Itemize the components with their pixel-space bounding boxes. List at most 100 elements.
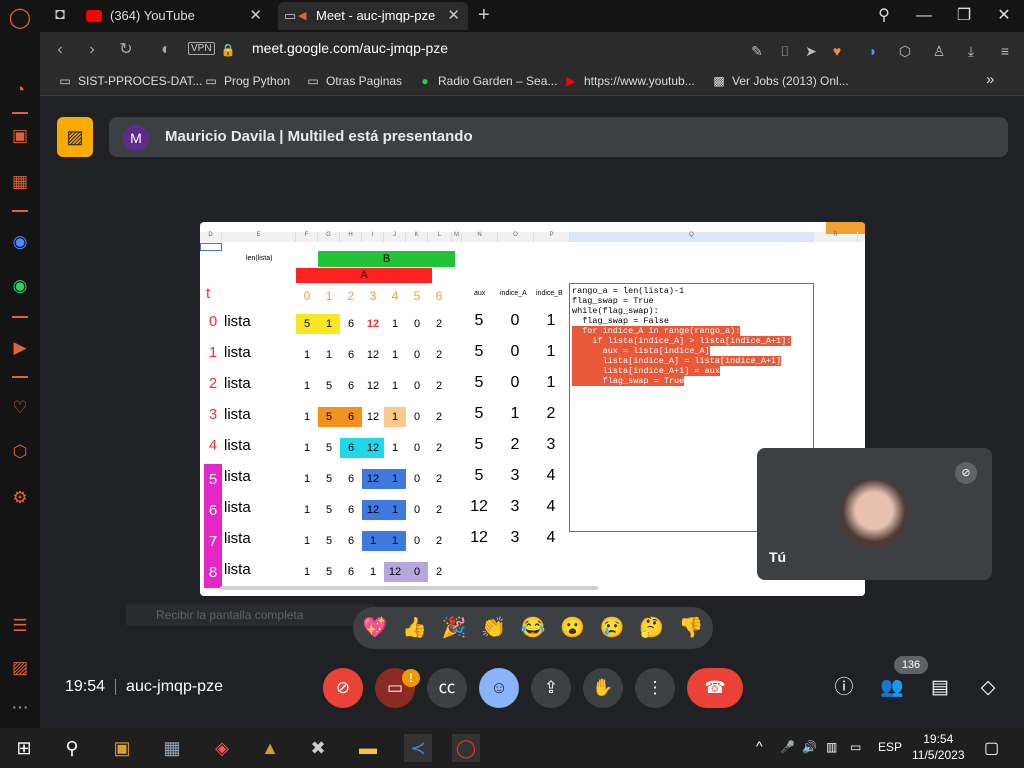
tab-youtube[interactable]: (364) YouTube ✕	[80, 2, 270, 30]
windows-start-icon[interactable]: ⊞	[10, 734, 38, 762]
reaction-emoji-button[interactable]: 👎	[675, 615, 707, 641]
heart-icon[interactable]: ♥	[826, 40, 848, 62]
close-icon[interactable]: ✕	[447, 2, 460, 30]
close-window-button[interactable]: ✕	[984, 0, 1024, 32]
player-icon[interactable]: ▶	[8, 336, 32, 360]
microphone-icon[interactable]: 🎤	[780, 740, 795, 754]
back-icon[interactable]: ‹	[48, 38, 72, 62]
lock-icon[interactable]: 🔒	[216, 38, 240, 62]
col-letter: K	[406, 232, 428, 242]
gallery-icon[interactable]: ▨	[8, 656, 32, 680]
url-field[interactable]: meet.google.com/auc-jmqp-pze	[252, 40, 448, 56]
reaction-emoji-button[interactable]: 🤔	[636, 615, 668, 641]
raise-hand-button[interactable]: ✋	[583, 668, 623, 708]
cube-icon[interactable]: ⬡	[8, 440, 32, 464]
file-explorer-icon[interactable]: ▬	[354, 734, 382, 762]
game-controller-icon[interactable]: ◘	[50, 6, 70, 26]
index-header-cell: 0	[303, 289, 311, 303]
captions-button[interactable]: ㏄	[427, 668, 467, 708]
meeting-details-icon[interactable]: ⓘ	[831, 675, 857, 701]
edit-icon[interactable]: ✎	[746, 40, 768, 62]
bookmark-folder[interactable]: ▭ SIST-PPROCES-DAT...	[58, 74, 202, 88]
app-icon[interactable]: ✖	[304, 734, 332, 762]
more-options-button[interactable]: ⋮	[635, 668, 675, 708]
reload-icon[interactable]: ↻	[114, 38, 138, 62]
audio-icon[interactable]: ◗	[862, 40, 884, 62]
bookmark-folder[interactable]: ▭ Prog Python	[204, 74, 290, 88]
forward-icon[interactable]: ›	[80, 38, 104, 62]
horizontal-scrollbar[interactable]	[220, 586, 598, 590]
volume-icon[interactable]: 🔊	[802, 740, 817, 754]
sidebar-divider	[12, 376, 28, 378]
restore-button[interactable]: ❐	[944, 0, 984, 32]
bookmark-link[interactable]: ▶ https://www.youtub...	[564, 74, 694, 88]
new-tab-button[interactable]: +	[478, 4, 490, 27]
present-button[interactable]: ⇪	[531, 668, 571, 708]
people-icon[interactable]: 👥	[879, 675, 905, 701]
game-app-icon[interactable]: ▣	[108, 734, 136, 762]
messenger-icon[interactable]: ◉	[8, 230, 32, 254]
presenting-text: Mauricio Davila | Multiled está presenta…	[165, 128, 473, 145]
reaction-emoji-button[interactable]: 😢	[596, 615, 628, 641]
settings-gear-icon[interactable]: ⚙	[8, 486, 32, 510]
app-icon[interactable]: ◈	[208, 734, 236, 762]
whatsapp-icon[interactable]: ◉	[8, 274, 32, 298]
vpn-badge[interactable]: VPN	[188, 42, 215, 55]
reactions-button[interactable]: ☺	[479, 668, 519, 708]
reaction-emoji-button[interactable]: 💖	[359, 615, 391, 641]
cube-icon[interactable]: ⬡	[894, 40, 916, 62]
speaker-icon[interactable]: ◀	[298, 2, 306, 30]
opera-logo-icon[interactable]: ◯	[8, 6, 32, 30]
search-tabs-icon[interactable]: ⚲	[864, 0, 904, 32]
leave-call-button[interactable]: ☎	[687, 668, 743, 708]
camera-icon[interactable]: ⌷	[774, 40, 796, 62]
search-icon[interactable]: ⚲	[58, 734, 86, 762]
bookmark-folder[interactable]: ▭ Otras Paginas	[306, 74, 402, 88]
bag-icon[interactable]: ▣	[8, 124, 32, 148]
speed-dial-icon[interactable]: ◔	[8, 78, 32, 102]
aria-icon[interactable]: ▦	[8, 170, 32, 194]
tracker-icon[interactable]: ◐	[154, 38, 178, 62]
display-icon[interactable]: ▭	[850, 740, 861, 754]
show-hidden-icons[interactable]: ^	[756, 738, 763, 754]
network-icon[interactable]: ▥	[826, 740, 837, 754]
profile-icon[interactable]: ♙	[928, 40, 950, 62]
list-value-cell: 5	[325, 380, 333, 392]
captions-icon: ㏄	[438, 678, 456, 697]
tabs-icon[interactable]: ☰	[8, 614, 32, 638]
reaction-emoji-button[interactable]: 👏	[478, 615, 510, 641]
reaction-emoji-button[interactable]: 🎉	[438, 615, 470, 641]
col-letter: L	[428, 232, 452, 242]
language[interactable]: ESP	[878, 740, 902, 754]
more-icon[interactable]: ⋯	[8, 696, 32, 720]
vscode-icon[interactable]: ≺	[404, 734, 432, 762]
opera-icon[interactable]: ◯	[452, 734, 480, 762]
bookmark-link[interactable]: ▩ Ver Jobs (2013) Onl...	[712, 74, 848, 88]
easy-setup-icon[interactable]: ≡	[994, 40, 1016, 62]
stop-presenting-icon[interactable]: ▨	[57, 117, 93, 157]
folder-icon: ▭	[307, 74, 319, 88]
close-icon[interactable]: ✕	[249, 2, 262, 30]
activities-icon[interactable]: ◇	[975, 675, 1001, 701]
reaction-emoji-button[interactable]: 😮	[557, 615, 589, 641]
minimize-button[interactable]: —	[904, 0, 944, 32]
download-icon[interactable]: ⤓	[960, 40, 982, 62]
bookmark-link[interactable]: ● Radio Garden – Sea...	[418, 74, 557, 88]
league-icon[interactable]: ▲	[256, 734, 284, 762]
col-letter: O	[498, 232, 534, 242]
notifications-icon[interactable]: ▢	[984, 738, 999, 758]
lista-label: lista	[224, 530, 251, 547]
heart-icon[interactable]: ♡	[8, 396, 32, 420]
send-icon[interactable]: ➤	[800, 40, 822, 62]
list-value-cell: 12	[362, 438, 384, 458]
reaction-emoji-button[interactable]: 😂	[517, 615, 549, 641]
mic-toggle-button[interactable]: ⊘	[323, 668, 363, 708]
calculator-icon[interactable]: ▦	[158, 734, 186, 762]
reaction-emoji-button[interactable]: 👍	[399, 615, 431, 641]
list-value-cell: 1	[303, 442, 311, 454]
self-view-tile[interactable]: ⊘ Tú	[757, 448, 992, 580]
more-bookmarks-icon[interactable]: »	[986, 71, 994, 88]
system-clock[interactable]: 19:54 11/5/2023	[912, 731, 965, 763]
tab-meet[interactable]: ▭ ◀ Meet - auc-jmqp-pze ✕	[278, 2, 468, 30]
chat-icon[interactable]: ▤	[927, 675, 953, 701]
